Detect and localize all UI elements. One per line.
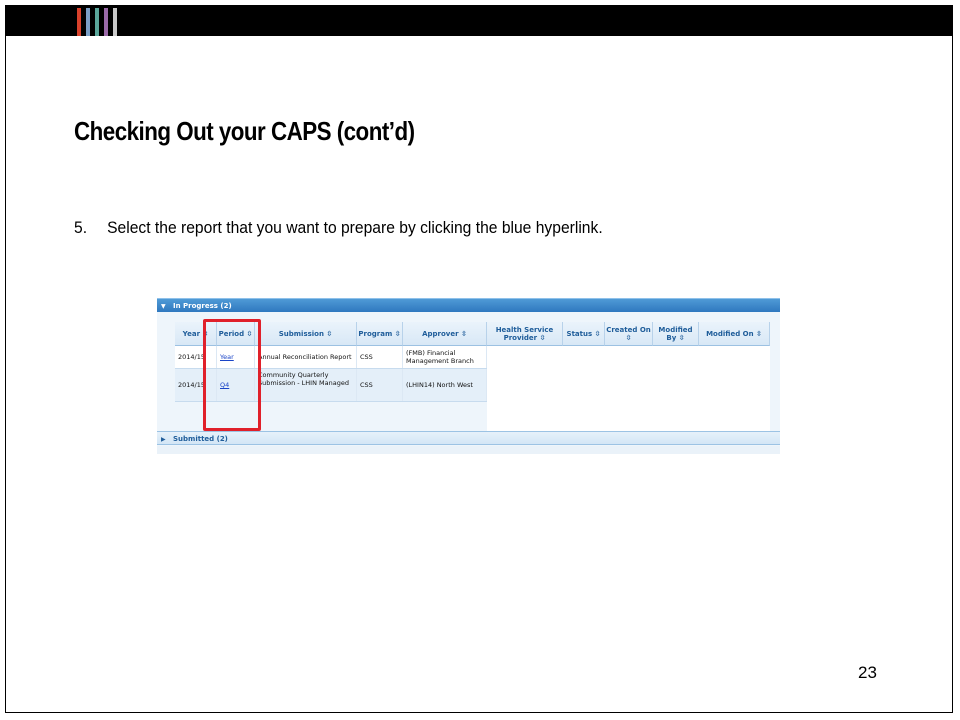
cell-approver: (LHIN14) North West: [403, 369, 487, 401]
in-progress-section-header[interactable]: ▼ In Progress (2): [157, 298, 780, 312]
page-number: 23: [858, 663, 877, 682]
column-header-created-on[interactable]: Created On ⇳: [605, 322, 653, 346]
column-header-approver[interactable]: Approver ⇳: [403, 322, 487, 346]
collapse-triangle-icon: ▼: [161, 303, 166, 310]
submitted-section-header[interactable]: ▶ Submitted (2): [157, 431, 780, 445]
step-instruction: 5. Select the report that you want to pre…: [74, 218, 603, 238]
column-header-status[interactable]: Status ⇳: [563, 322, 605, 346]
cell-submission: Annual Reconciliation Report: [255, 346, 357, 368]
stripe-purple: [104, 8, 108, 36]
cell-program: CSS: [357, 346, 403, 368]
cell-program: CSS: [357, 369, 403, 401]
column-header-program[interactable]: Program ⇳: [357, 322, 403, 346]
column-header-health-service-provider[interactable]: Health Service Provider ⇳: [487, 322, 563, 346]
stripe-grey: [113, 8, 117, 36]
period-column-highlight: [203, 319, 261, 431]
stripe-red: [77, 8, 81, 36]
step-number: 5.: [74, 218, 88, 237]
cell-approver: (FMB) Financial Management Branch: [403, 346, 487, 368]
stripe-blue: [86, 8, 90, 36]
table-empty-area: [487, 346, 770, 432]
header-bar: [5, 5, 953, 36]
column-header-submission[interactable]: Submission ⇳: [255, 322, 357, 346]
submissions-table: Year ⇳ Period ⇳ Submission ⇳ Program ⇳ A…: [175, 322, 770, 432]
screenshot-footer: [157, 446, 780, 454]
column-header-modified-by[interactable]: Modified By ⇳: [653, 322, 699, 346]
expand-triangle-icon: ▶: [161, 436, 166, 443]
cell-submission: Community Quarterly Submission - LHIN Ma…: [255, 369, 357, 401]
stripe-teal: [95, 8, 99, 36]
in-progress-label: In Progress (2): [173, 302, 232, 310]
column-header-modified-on[interactable]: Modified On ⇳: [699, 322, 770, 346]
submitted-label: Submitted (2): [173, 435, 228, 443]
slide-title: Checking Out your CAPS (cont’d): [74, 116, 415, 146]
step-text: Select the report that you want to prepa…: [107, 218, 603, 237]
